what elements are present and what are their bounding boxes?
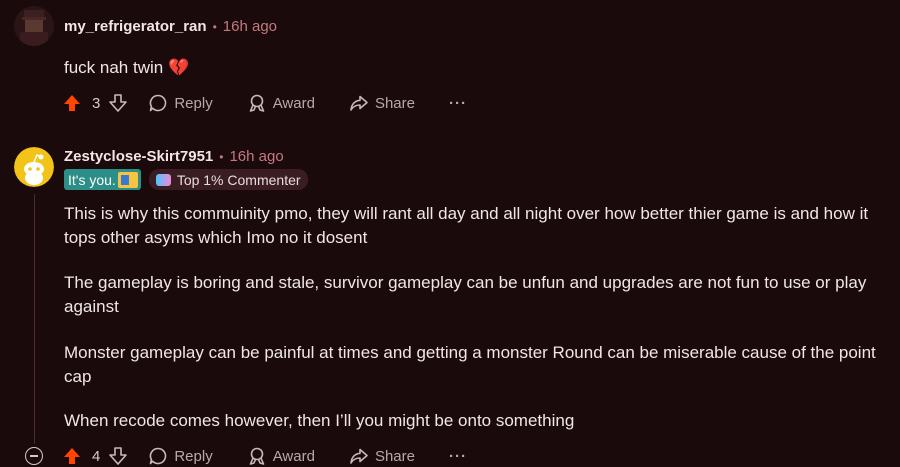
user-flair[interactable]: It's you.	[64, 169, 141, 190]
arrow-up-icon	[64, 448, 80, 464]
comment-1-body: fuck nah twin 💔	[64, 56, 189, 80]
timestamp[interactable]: 16h ago	[229, 148, 283, 165]
award-label: Award	[272, 94, 315, 112]
comment-1-actions: 3 Reply Award Share ···	[62, 89, 467, 117]
share-label: Share	[374, 94, 415, 112]
share-button[interactable]: Share	[349, 93, 415, 113]
comment-2-paragraph-3: Monster gameplay can be painful at times…	[64, 343, 876, 386]
collapse-thread-button[interactable]	[25, 447, 43, 465]
comment-1-author-line: my_refrigerator_ran • 16h ago	[64, 18, 277, 35]
arrow-up-icon	[64, 95, 80, 111]
username[interactable]: Zestyclose-Skirt7951	[64, 148, 213, 165]
top-commenter-icon	[155, 173, 171, 186]
separator-dot: •	[219, 149, 224, 164]
avatar-comment-2[interactable]	[14, 147, 54, 187]
share-button[interactable]: Share	[349, 446, 415, 466]
ellipsis-icon: ···	[448, 447, 467, 465]
more-options-button[interactable]: ···	[449, 448, 467, 465]
award-label: Award	[272, 447, 315, 465]
upvote-button[interactable]	[62, 93, 82, 113]
speech-bubble-icon	[150, 447, 167, 465]
award-ribbon-icon	[249, 447, 265, 465]
comment-2-flairs: It's you. Top 1% Commenter	[64, 169, 308, 190]
comment-2-paragraph-4: When recode comes however, then I’ll you…	[64, 411, 575, 430]
comment-thread: my_refrigerator_ran • 16h ago fuck nah t…	[0, 0, 900, 467]
broken-heart-emoji: 💔	[167, 58, 190, 77]
award-ribbon-icon	[249, 94, 265, 112]
reply-button[interactable]: Reply	[148, 446, 213, 466]
reply-button[interactable]: Reply	[148, 93, 213, 113]
user-flair-text: It's you.	[68, 171, 116, 188]
separator-dot: •	[212, 19, 217, 34]
reply-label: Reply	[174, 447, 213, 465]
flair-image-icon	[117, 171, 138, 188]
share-label: Share	[374, 447, 415, 465]
upvote-button[interactable]	[62, 446, 82, 466]
comment-2-author-line: Zestyclose-Skirt7951 • 16h ago	[64, 148, 284, 165]
comment-2-actions: 4 Reply Award Share ···	[62, 442, 467, 467]
collapse-minus-icon	[30, 455, 38, 457]
vote-count: 3	[92, 94, 101, 112]
username[interactable]: my_refrigerator_ran	[64, 18, 207, 35]
downvote-button[interactable]	[108, 446, 128, 466]
share-arrow-icon	[350, 95, 368, 111]
timestamp[interactable]: 16h ago	[223, 18, 277, 35]
comment-2-paragraph-2: The gameplay is boring and stale, surviv…	[64, 273, 867, 316]
award-button[interactable]: Award	[247, 446, 315, 466]
award-button[interactable]: Award	[247, 93, 315, 113]
arrow-down-icon	[109, 94, 128, 112]
comment-text: fuck nah twin	[64, 58, 164, 77]
avatar-comment-1[interactable]	[14, 6, 54, 46]
vote-count: 4	[92, 447, 101, 465]
ellipsis-icon: ···	[448, 94, 467, 112]
thread-line[interactable]	[34, 194, 35, 444]
top-commenter-text: Top 1% Commenter	[176, 171, 301, 188]
top-commenter-badge[interactable]: Top 1% Commenter	[148, 169, 308, 190]
more-options-button[interactable]: ···	[449, 95, 467, 112]
arrow-down-icon	[109, 447, 128, 465]
comment-2-paragraph-1: This is why this commuinity pmo, they wi…	[64, 204, 869, 247]
share-arrow-icon	[350, 448, 368, 464]
speech-bubble-icon	[150, 94, 167, 112]
reply-label: Reply	[174, 94, 213, 112]
downvote-button[interactable]	[108, 93, 128, 113]
